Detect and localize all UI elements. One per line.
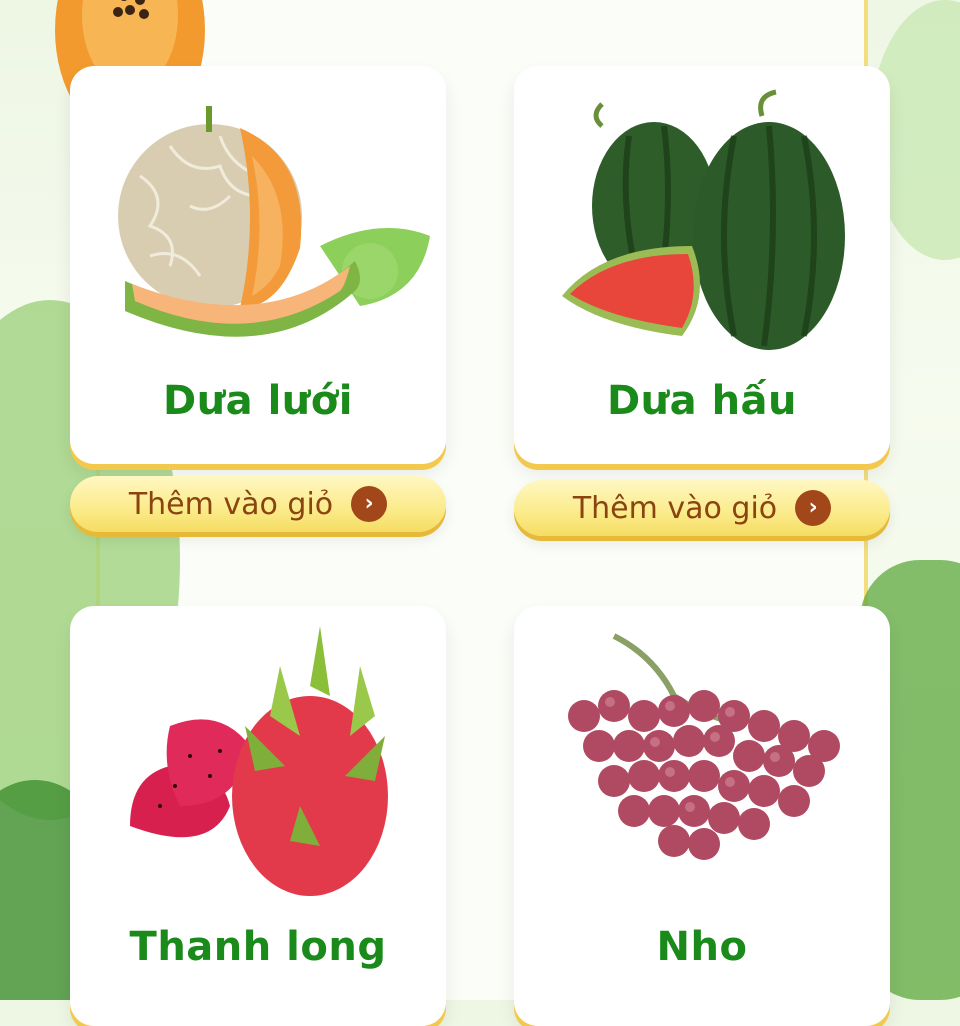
watermelon-image	[562, 89, 845, 350]
chevron-right-icon: ›	[795, 490, 832, 526]
product-name: Nho	[656, 924, 748, 970]
dragon-fruit-image	[130, 626, 388, 896]
grapes-image	[568, 633, 840, 860]
product-card-nho[interactable]: Nho	[514, 606, 890, 1026]
product-name: Dưa lưới	[163, 378, 353, 424]
add-to-cart-button-dua-hau[interactable]: Thêm vào giỏ ›	[514, 480, 890, 536]
cantaloupe-image	[118, 106, 430, 337]
add-to-cart-button-dua-luoi[interactable]: Thêm vào giỏ ›	[70, 476, 446, 532]
button-label: Thêm vào giỏ	[572, 490, 778, 526]
product-name: Dưa hấu	[606, 378, 798, 424]
product-card-thanh-long[interactable]: Thanh long	[70, 606, 446, 1026]
product-card-dua-hau[interactable]: Dưa hấu	[514, 66, 890, 464]
product-card-dua-luoi[interactable]: Dưa lưới	[70, 66, 446, 464]
product-name: Thanh long	[129, 924, 387, 970]
button-label: Thêm vào giỏ	[128, 486, 334, 522]
chevron-right-icon: ›	[351, 486, 388, 522]
